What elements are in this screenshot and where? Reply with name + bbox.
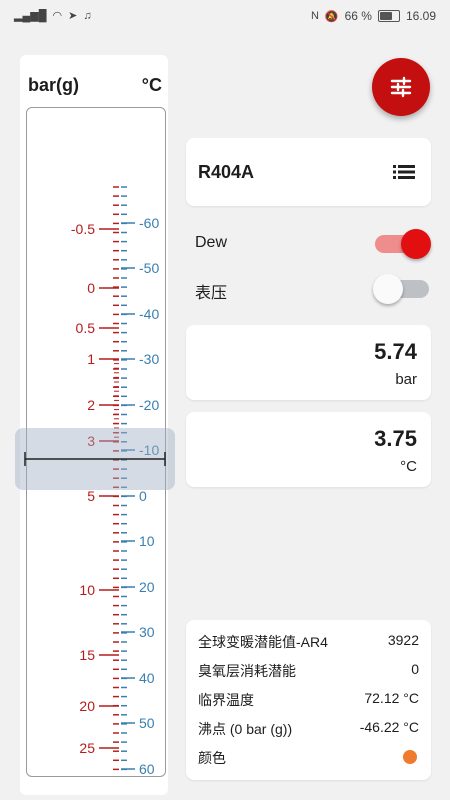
- signal-icon: ▂▄▆█: [14, 10, 47, 22]
- temp-tick-label: -60: [139, 215, 159, 231]
- property-value: 3922: [387, 632, 419, 648]
- dew-switch-thumb: [401, 229, 431, 259]
- temp-tick-label: -50: [139, 260, 159, 276]
- pressure-tick-label: 5: [87, 488, 95, 504]
- gauge-header: bar(g) °C: [20, 75, 168, 101]
- temperature-value-card[interactable]: 3.75 °C: [186, 412, 431, 487]
- property-value: -46.22 °C: [359, 719, 419, 735]
- dew-toggle-row: Dew: [195, 227, 431, 259]
- pressure-tick-label: -0.5: [71, 221, 95, 237]
- pressure-tick-label: 0: [87, 280, 95, 296]
- dew-switch[interactable]: [373, 229, 431, 259]
- color-swatch: [403, 750, 417, 764]
- temp-tick-label: 40: [139, 670, 155, 686]
- temp-tick-label: -30: [139, 351, 159, 367]
- music-icon: ♫: [83, 9, 92, 22]
- pressure-tick-label: 0.5: [76, 320, 96, 336]
- gauge-pressure-switch[interactable]: [373, 274, 431, 304]
- status-right: N 🔕 66 % 16.09: [311, 9, 436, 23]
- refrigerant-properties-card: 全球变暖潜能值-AR4 3922 臭氧层消耗潜能 0 临界温度 72.12 °C…: [186, 620, 431, 780]
- status-left-icons: ▂▄▆█ ◠ ➤ ♫: [14, 9, 92, 23]
- temp-tick-label: 20: [139, 579, 155, 595]
- property-row-color: 颜色: [198, 744, 419, 768]
- wifi-icon: ◠: [52, 10, 63, 22]
- temp-tick-label: -40: [139, 306, 159, 322]
- pressure-tick-label: 25: [79, 740, 95, 756]
- property-row-gwp: 全球变暖潜能值-AR4 3922: [198, 628, 419, 652]
- temp-tick-label: 30: [139, 624, 155, 640]
- property-label: 临界温度: [198, 692, 254, 708]
- gauge-pressure-toggle-row: 表压: [195, 272, 431, 304]
- settings-button[interactable]: [372, 58, 430, 116]
- nfc-icon: N: [310, 10, 319, 22]
- property-label: 臭氧层消耗潜能: [198, 663, 296, 679]
- property-row-boiling-point: 沸点 (0 bar (g)) -46.22 °C: [198, 715, 419, 739]
- temp-tick-label: 60: [139, 761, 155, 776]
- refrigerant-name: R404A: [198, 162, 255, 182]
- property-label: 全球变暖潜能值-AR4: [198, 634, 328, 650]
- property-row-odp: 臭氧层消耗潜能 0: [198, 657, 419, 681]
- selector-line: [24, 452, 166, 466]
- temp-tick-label: 0: [139, 488, 147, 504]
- battery-icon: [377, 10, 400, 22]
- property-row-critical-temp: 临界温度 72.12 °C: [198, 686, 419, 710]
- pressure-value: 5.74: [374, 339, 417, 364]
- list-icon[interactable]: [393, 164, 415, 180]
- pressure-tick-label: 15: [79, 647, 95, 663]
- location-icon: ➤: [68, 10, 78, 22]
- temperature-unit-label: °C: [141, 75, 162, 95]
- property-label: 沸点 (0 bar (g)): [198, 721, 293, 737]
- battery-percent: 66 %: [344, 9, 372, 23]
- dew-label: Dew: [195, 234, 228, 251]
- pressure-value-unit: bar: [395, 371, 417, 388]
- property-value: 0: [411, 661, 419, 677]
- gauge-card: bar(g) °C -60 -50 -40 -30 -20 -10 0 10 20 30 40 50 6…: [20, 55, 168, 795]
- pressure-tick-label: 1: [87, 351, 95, 367]
- property-label: 颜色: [198, 750, 226, 766]
- temp-tick-label: 50: [139, 715, 155, 731]
- pressure-tick-label: 10: [79, 582, 95, 598]
- pressure-tick-label: 2: [87, 397, 95, 413]
- sliders-icon: [390, 76, 412, 98]
- status-bar: ▂▄▆█ ◠ ➤ ♫ N 🔕 66 % 16.09: [0, 0, 450, 32]
- scale-selector-handle[interactable]: [15, 428, 175, 490]
- temp-tick-label: -20: [139, 397, 159, 413]
- temperature-value-unit: °C: [400, 458, 417, 475]
- mute-icon: 🔕: [324, 10, 339, 23]
- pressure-tick-label: 20: [79, 698, 95, 714]
- property-value: 72.12 °C: [364, 690, 419, 706]
- pressure-unit-label: bar(g): [28, 75, 79, 95]
- temperature-value: 3.75: [374, 426, 417, 451]
- gauge-pressure-label: 表压: [195, 285, 228, 302]
- refrigerant-selector[interactable]: R404A: [186, 138, 431, 206]
- temp-tick-label: 10: [139, 533, 155, 549]
- clock: 16.09: [405, 9, 436, 23]
- gauge-pressure-switch-thumb: [373, 274, 403, 304]
- pressure-value-card[interactable]: 5.74 bar: [186, 325, 431, 400]
